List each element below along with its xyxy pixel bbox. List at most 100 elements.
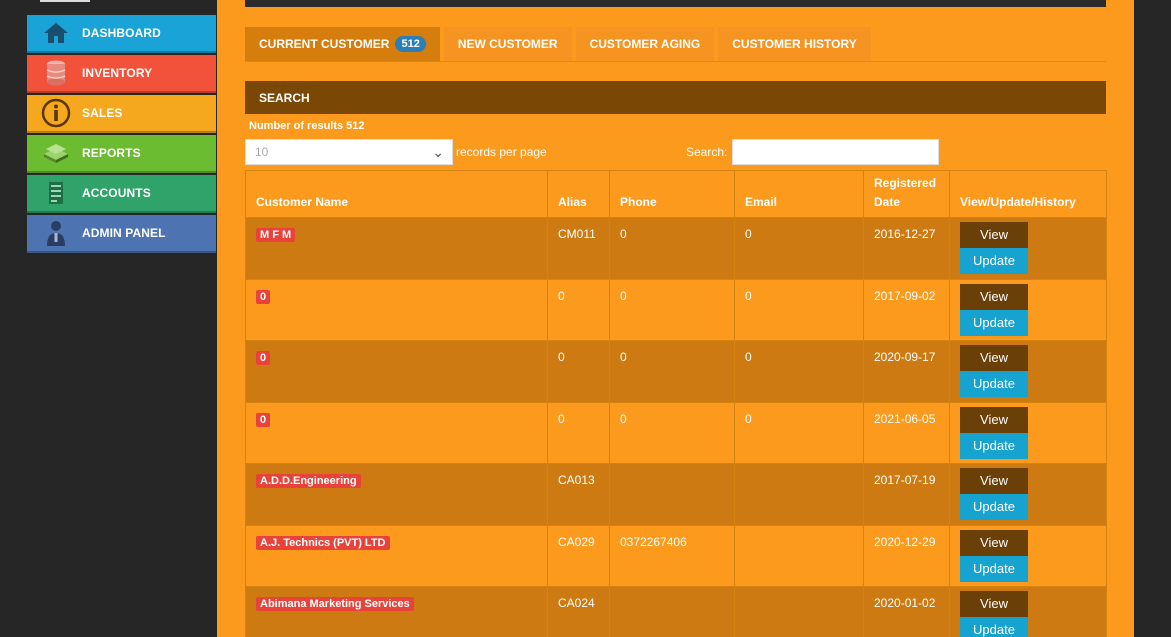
tab-label: CUSTOMER AGING — [589, 37, 701, 51]
cell-alias: CM011 — [547, 217, 610, 280]
col-header-email[interactable]: Email — [734, 170, 864, 218]
cell-alias: 0 — [547, 401, 610, 464]
view-button[interactable]: View — [960, 468, 1028, 494]
sidebar-item-label: DASHBOARD — [82, 26, 161, 40]
table-header-row: Customer Name Alias Phone Email Register… — [245, 170, 1107, 218]
view-button[interactable]: View — [960, 283, 1028, 310]
customer-name-badge[interactable]: Abimana Marketing Services — [256, 597, 414, 611]
col-header-alias[interactable]: Alias — [547, 170, 610, 218]
cell-email: 0 — [734, 217, 864, 280]
sidebar-item-label: ACCOUNTS — [82, 186, 151, 200]
tab-label: CUSTOMER HISTORY — [732, 37, 857, 51]
cell-email — [734, 524, 864, 587]
tab-customer-history[interactable]: CUSTOMER HISTORY — [718, 27, 871, 61]
search-input[interactable] — [732, 139, 939, 165]
records-per-page-label: records per page — [456, 145, 547, 159]
customer-name-badge[interactable]: A.D.D.Engineering — [256, 474, 361, 488]
sidebar-item-dashboard[interactable]: DASHBOARD — [27, 15, 216, 53]
cell-email — [734, 586, 864, 637]
view-button[interactable]: View — [960, 222, 1028, 248]
cell-phone: 0 — [609, 340, 735, 403]
customer-table: Customer Name Alias Phone Email Register… — [245, 170, 1107, 637]
cell-registered-date: 2017-09-02 — [863, 278, 950, 341]
view-button[interactable]: View — [960, 406, 1028, 433]
update-button[interactable]: Update — [960, 494, 1028, 520]
tab-current-customer[interactable]: CURRENT CUSTOMER 512 — [245, 27, 440, 61]
cell-actions: View Update — [949, 217, 1107, 280]
col-header-phone[interactable]: Phone — [609, 170, 735, 218]
table-row: 0 0 0 0 2017-09-02 View Update — [245, 278, 1107, 341]
sidebar-item-label: INVENTORY — [82, 66, 153, 80]
table-row: 0 0 0 0 2021-06-05 View Update — [245, 401, 1107, 464]
update-button[interactable]: Update — [960, 371, 1028, 397]
cell-customer-name: M F M — [245, 217, 548, 280]
customer-tabs: CURRENT CUSTOMER 512 NEW CUSTOMER CUSTOM… — [245, 27, 871, 61]
sidebar-item-admin-panel[interactable]: ADMIN PANEL — [27, 215, 216, 253]
tab-label: CURRENT CUSTOMER — [259, 37, 390, 51]
money-stack-icon — [41, 138, 71, 168]
tabs-divider — [245, 61, 1106, 62]
cell-phone: 0372267406 — [609, 524, 735, 587]
view-button[interactable]: View — [960, 591, 1028, 617]
home-icon — [41, 18, 71, 48]
chevron-down-icon: ⌄ — [432, 144, 444, 160]
sidebar-item-label: SALES — [82, 106, 123, 120]
customer-name-badge[interactable]: 0 — [256, 412, 271, 427]
cell-registered-date: 2021-06-05 — [863, 401, 950, 464]
customer-name-badge[interactable]: M F M — [256, 228, 296, 242]
sidebar-item-label: REPORTS — [82, 146, 141, 160]
cell-customer-name: 0 — [245, 401, 548, 464]
table-row: A.J. Technics (PVT) LTD CA029 0372267406 20… — [245, 524, 1107, 587]
cell-alias: 0 — [547, 278, 610, 341]
col-header-actions: View/Update/History — [949, 170, 1107, 218]
cell-email: 0 — [734, 278, 864, 341]
header-text: Date — [874, 195, 901, 209]
cell-phone: 0 — [609, 401, 735, 464]
cell-customer-name: 0 — [245, 278, 548, 341]
cell-email: 0 — [734, 401, 864, 464]
table-row: Abimana Marketing Services CA024 2020-01-0… — [245, 586, 1107, 637]
update-button[interactable]: Update — [960, 248, 1028, 274]
sidebar-item-label: ADMIN PANEL — [82, 226, 166, 240]
cell-registered-date: 2020-01-02 — [863, 586, 950, 637]
cell-actions: View Update — [949, 524, 1107, 587]
table-row: A.D.D.Engineering CA013 2017-07-19 View Upda… — [245, 463, 1107, 526]
cell-email: 0 — [734, 340, 864, 403]
sidebar-item-inventory[interactable]: INVENTORY — [27, 55, 216, 93]
cell-actions: View Update — [949, 401, 1107, 464]
col-header-customer-name[interactable]: Customer Name — [245, 170, 548, 218]
cell-registered-date: 2017-07-19 — [863, 463, 950, 526]
cell-actions: View Update — [949, 463, 1107, 526]
tab-customer-aging[interactable]: CUSTOMER AGING — [575, 27, 715, 61]
customer-name-badge[interactable]: A.J. Technics (PVT) LTD — [256, 535, 390, 550]
tab-new-customer[interactable]: NEW CUSTOMER — [443, 27, 572, 61]
update-button[interactable]: Update — [960, 309, 1028, 336]
cell-email — [734, 463, 864, 526]
cell-alias: CA029 — [547, 524, 610, 587]
update-button[interactable]: Update — [960, 555, 1028, 582]
sidebar-item-reports[interactable]: REPORTS — [27, 135, 216, 173]
view-button[interactable]: View — [960, 345, 1028, 371]
col-header-registered-date[interactable]: Registered Date — [863, 170, 950, 218]
update-button[interactable]: Update — [960, 432, 1028, 459]
cell-phone: 0 — [609, 217, 735, 280]
sidebar-item-sales[interactable]: SALES — [27, 95, 216, 133]
cell-actions: View Update — [949, 278, 1107, 341]
sidebar-item-accounts[interactable]: ACCOUNTS — [27, 175, 216, 213]
cell-customer-name: A.D.D.Engineering — [245, 463, 548, 526]
sidebar: DASHBOARD INVENTORY SALES REPORTS ACCOUN… — [0, 0, 217, 637]
cell-customer-name: Abimana Marketing Services — [245, 586, 548, 637]
customer-name-badge[interactable]: 0 — [256, 289, 271, 304]
view-button[interactable]: View — [960, 529, 1028, 556]
cell-alias: 0 — [547, 340, 610, 403]
search-panel-header: SEARCH — [245, 81, 1106, 114]
records-per-page-select[interactable]: 10 ⌄ — [245, 139, 453, 165]
update-button[interactable]: Update — [960, 617, 1028, 637]
cell-registered-date: 2020-09-17 — [863, 340, 950, 403]
table-row: 0 0 0 0 2020-09-17 View Update — [245, 340, 1107, 403]
main-content: CURRENT CUSTOMER 512 NEW CUSTOMER CUSTOM… — [217, 0, 1134, 637]
cell-customer-name: 0 — [245, 340, 548, 403]
customer-name-badge[interactable]: 0 — [256, 351, 271, 365]
cell-actions: View Update — [949, 340, 1107, 403]
right-gutter — [1134, 0, 1171, 637]
